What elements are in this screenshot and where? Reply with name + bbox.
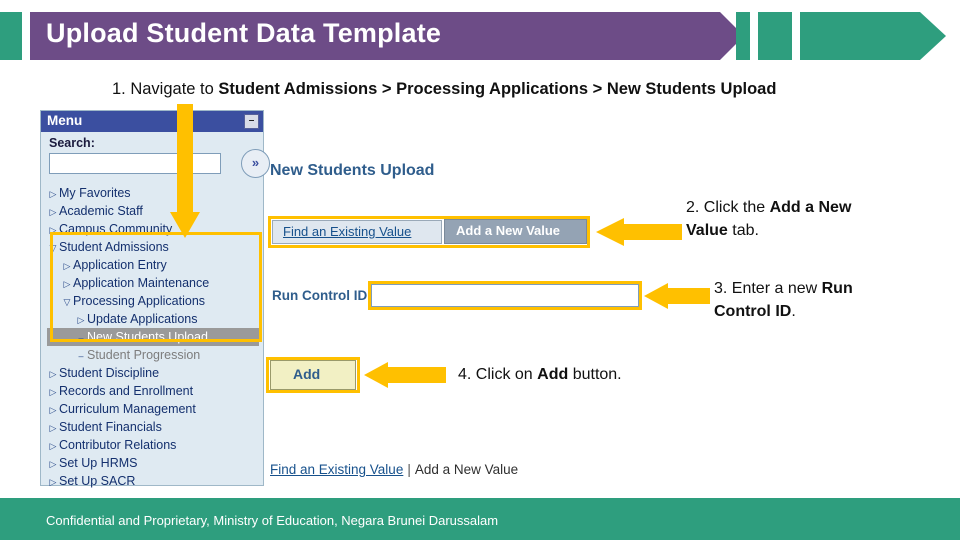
- panel-title: New Students Upload: [270, 162, 435, 179]
- panel-footer-links: Find an Existing Value | Add a New Value: [270, 462, 518, 477]
- page-title: Upload Student Data Template: [46, 18, 442, 48]
- chevron-right-icon: ▷: [49, 207, 57, 217]
- footer-text: Confidential and Proprietary, Ministry o…: [46, 513, 499, 528]
- header-band: Upload Student Data Template: [0, 0, 960, 68]
- leaf-dash-icon: –: [78, 351, 84, 361]
- step-4-instruction: 4. Click on Add button.: [458, 366, 622, 384]
- menu-tree-item[interactable]: – Student Progression: [47, 346, 259, 364]
- arrow-left-to-run-control-id: [644, 283, 710, 309]
- step-3-suffix: .: [791, 303, 796, 321]
- chevron-right-icon: ▷: [49, 369, 57, 379]
- menu-tree-item-label: Curriculum Management: [59, 402, 196, 416]
- menu-tree-item[interactable]: ▷ Curriculum Management: [47, 400, 259, 418]
- highlight-box-tabs: [268, 216, 590, 248]
- chevron-right-icon: ▷: [49, 423, 57, 433]
- minus-icon[interactable]: –: [244, 114, 259, 129]
- header-accent-stripe-3: [800, 12, 946, 60]
- arrow-head: [644, 283, 668, 309]
- step-4-emphasis: Add: [537, 366, 569, 383]
- step-3-instruction: 3. Enter a new Run Control ID.: [714, 277, 914, 323]
- step-1-instruction: 1. Navigate to Student Admissions > Proc…: [112, 80, 776, 99]
- double-chevron-right-icon[interactable]: »: [241, 149, 270, 178]
- highlight-box-run-control-id: [368, 281, 642, 310]
- arrow-head: [364, 362, 388, 388]
- menu-tree-item-label: My Favorites: [59, 186, 131, 200]
- step-2-prefix: 2. Click the: [686, 199, 770, 216]
- arrow-left-to-add-button: [364, 362, 446, 388]
- highlight-box-add-button: [266, 357, 360, 393]
- menu-title: Menu: [47, 113, 83, 128]
- arrow-shaft: [622, 224, 682, 240]
- run-control-id-label: Run Control ID: [272, 288, 368, 303]
- step-2-suffix: tab.: [727, 222, 759, 240]
- menu-tree-item-label: Academic Staff: [59, 204, 143, 218]
- header-accent-left: [0, 12, 22, 60]
- menu-search-label: Search:: [49, 136, 95, 150]
- footer-link-add-new-value[interactable]: Add a New Value: [415, 462, 518, 477]
- arrow-head: [170, 212, 200, 238]
- chevron-right-icon: ▷: [49, 189, 57, 199]
- menu-tree-item[interactable]: ▷ Set Up SACR: [47, 472, 259, 490]
- step-4-prefix: 4. Click on: [458, 366, 538, 383]
- step-1-path: Student Admissions > Processing Applicat…: [218, 80, 777, 98]
- menu-tree-item[interactable]: ▷ Student Discipline: [47, 364, 259, 382]
- chevron-right-icon: ▷: [49, 387, 57, 397]
- arrow-shaft: [177, 104, 193, 216]
- menu-tree-item[interactable]: ▷ Set Up HRMS: [47, 454, 259, 472]
- menu-tree-item-label: Set Up SACR: [59, 474, 136, 488]
- menu-tree-item-label: Contributor Relations: [59, 438, 177, 452]
- menu-tree-item-label: Set Up HRMS: [59, 456, 138, 470]
- arrow-shaft: [668, 288, 710, 304]
- menu-tree-item[interactable]: ▷ My Favorites: [47, 184, 259, 202]
- header-accent-stripe-1: [736, 12, 750, 60]
- chevron-right-icon: ▷: [49, 441, 57, 451]
- arrow-left-to-tabs: [596, 218, 682, 246]
- step-4-suffix: button.: [568, 366, 622, 383]
- highlight-box-menu-path: [50, 232, 262, 342]
- footer-link-separator: |: [407, 462, 411, 477]
- menu-tree-item-label: Student Discipline: [59, 366, 160, 380]
- menu-tree-item[interactable]: ▷ Records and Enrollment: [47, 382, 259, 400]
- header-accent-stripe-2: [758, 12, 792, 60]
- step-1-prefix: 1. Navigate to: [112, 80, 219, 98]
- step-3-prefix: 3. Enter a new: [714, 280, 822, 297]
- arrow-down-to-menu: [170, 104, 200, 238]
- menu-tree-item[interactable]: ▷ Student Financials: [47, 418, 259, 436]
- menu-tree-item-label: Records and Enrollment: [59, 384, 194, 398]
- footer-link-find-existing-value[interactable]: Find an Existing Value: [270, 462, 403, 477]
- arrow-shaft: [388, 367, 446, 383]
- chevron-right-icon: ▷: [49, 459, 57, 469]
- chevron-right-icon: ▷: [49, 477, 57, 487]
- arrow-head: [596, 218, 624, 246]
- menu-tree-item-label: Student Financials: [59, 420, 162, 434]
- menu-tree-item[interactable]: ▷ Academic Staff: [47, 202, 259, 220]
- step-2-instruction: 2. Click the Add a New Value tab.: [686, 196, 886, 242]
- chevron-right-icon: ▷: [49, 405, 57, 415]
- menu-tree-item[interactable]: ▷ Contributor Relations: [47, 436, 259, 454]
- menu-tree-item-label: Student Progression: [87, 348, 201, 362]
